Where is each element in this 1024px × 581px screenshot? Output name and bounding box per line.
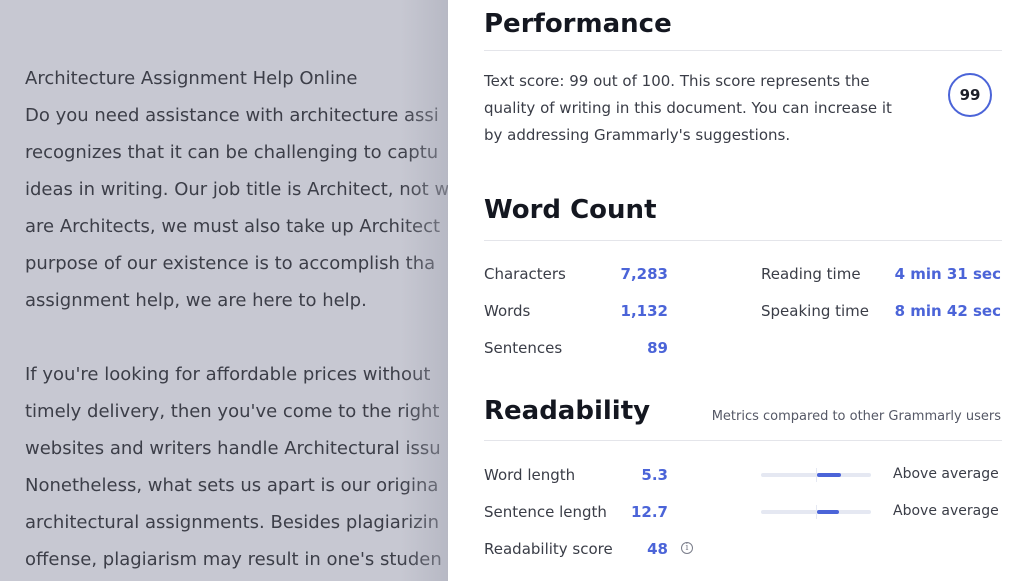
doc-line: [25, 319, 448, 356]
doc-line: are Architects, we must also take up Arc…: [25, 216, 441, 237]
doc-line: Do you need assistance with architecture…: [25, 105, 439, 126]
panel-shadow: [400, 0, 448, 581]
readability-title: Readability: [484, 396, 651, 426]
characters-value: 7,283: [620, 265, 668, 283]
doc-line: Nonetheless, what sets us apart is our o…: [25, 475, 439, 496]
doc-line: If you're looking for affordable prices …: [25, 364, 431, 385]
divider: [484, 440, 1002, 441]
doc-line: offense, plagiarism may result in one's …: [25, 549, 442, 570]
performance-title: Performance: [484, 9, 672, 39]
sentences-label: Sentences: [484, 339, 563, 357]
word-count-title: Word Count: [484, 195, 657, 225]
words-value: 1,132: [620, 302, 668, 320]
readability-note: Metrics compared to other Grammarly user…: [711, 409, 1001, 424]
divider: [484, 240, 1002, 241]
score-circle: 99: [948, 73, 992, 117]
readability-score-value: 48: [647, 540, 668, 558]
sentence-length-bar: [761, 505, 871, 519]
speaking-time-value: 8 min 42 sec: [894, 302, 1001, 320]
doc-line: timely delivery, then you've come to the…: [25, 401, 440, 422]
doc-line: recognizes that it can be challenging to…: [25, 142, 439, 163]
divider: [484, 50, 1002, 51]
word-length-label: Word length: [484, 466, 576, 484]
reading-time-label: Reading time: [761, 265, 861, 283]
word-length-bar-fill: [817, 473, 841, 477]
stats-panel: Performance Text score: 99 out of 100. T…: [448, 0, 1024, 581]
words-label: Words: [484, 302, 531, 320]
word-length-bar: [761, 468, 871, 482]
word-length-value: 5.3: [641, 466, 668, 484]
doc-line: websites and writers handle Architectura…: [25, 438, 441, 459]
sentence-length-bar-fill: [817, 510, 839, 514]
sentence-length-rating: Above average: [893, 503, 999, 519]
doc-line: architectural assignments. Besides plagi…: [25, 512, 440, 533]
doc-line: Architecture Assignment Help Online: [25, 68, 358, 89]
doc-line: ideas in writing. Our job title is Archi…: [25, 179, 448, 200]
reading-time-value: 4 min 31 sec: [894, 265, 1001, 283]
document-text: Architecture Assignment Help Online Do y…: [25, 60, 448, 578]
sentence-length-label: Sentence length: [484, 503, 607, 521]
readability-score-label: Readability score: [484, 540, 613, 558]
word-length-rating: Above average: [893, 466, 999, 482]
speaking-time-label: Speaking time: [761, 302, 870, 320]
sentence-length-value: 12.7: [630, 503, 668, 521]
info-icon[interactable]: i: [681, 542, 693, 554]
doc-line: assignment help, we are here to help.: [25, 290, 367, 311]
performance-text: Text score: 99 out of 100. This score re…: [484, 72, 892, 144]
document-area: Architecture Assignment Help Online Do y…: [0, 0, 448, 581]
sentences-value: 89: [647, 339, 668, 357]
doc-line: purpose of our existence is to accomplis…: [25, 253, 436, 274]
characters-label: Characters: [484, 265, 566, 283]
